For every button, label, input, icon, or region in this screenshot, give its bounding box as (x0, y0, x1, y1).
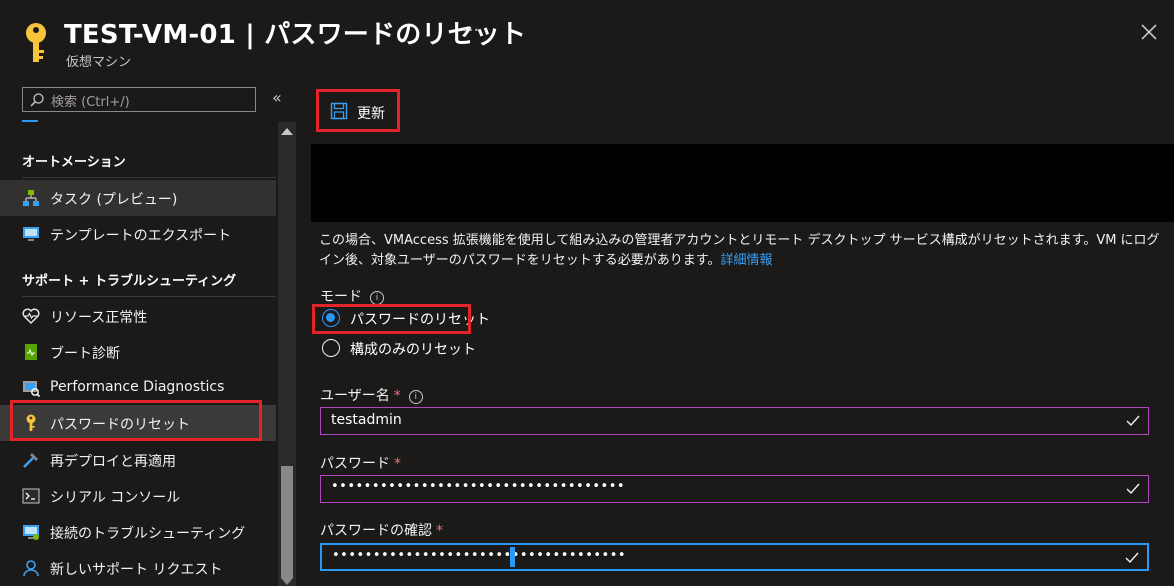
highlight-box (10, 400, 262, 441)
sidebar-scrollbar[interactable] (278, 122, 296, 586)
radio-label-reset-config-only: 構成のみのリセット (350, 342, 476, 358)
confirm-password-value: •••••••••••••••••••••••••••••••••••• (332, 548, 627, 563)
connection-troubleshoot-icon (23, 525, 39, 540)
required-mark: * (394, 456, 401, 472)
blade-header: TEST-VM-01 | パスワードのリセット 仮想マシン ··· (0, 0, 1174, 80)
mode-label-text: モード (320, 289, 362, 305)
tasks-icon (23, 190, 39, 206)
check-icon (1126, 483, 1140, 495)
search-input[interactable]: 検索 (Ctrl+/) (22, 87, 256, 112)
divider (22, 296, 276, 297)
sidebar-item-label: ブート診断 (50, 346, 120, 362)
confirm-password-field[interactable]: •••••••••••••••••••••••••••••••••••• (320, 543, 1149, 571)
sidebar-item-label: 再デプロイと再適用 (50, 454, 176, 470)
password-field[interactable]: •••••••••••••••••••••••••••••••••••• (320, 475, 1149, 503)
divider (22, 177, 276, 178)
info-icon[interactable]: i (370, 291, 384, 305)
heart-pulse-icon (22, 308, 40, 325)
text-cursor (510, 547, 515, 567)
sidebar-item-label: リソース正常性 (50, 310, 148, 326)
boot-diagnostics-icon (25, 344, 37, 360)
sidebar-item-serial-console[interactable]: シリアル コンソール (0, 478, 276, 514)
info-text: この場合、VMAccess 拡張機能を使用して組み込みの管理者アカウントとリモー… (319, 231, 1171, 271)
performance-diagnostics-icon (23, 381, 40, 397)
check-icon (1126, 415, 1140, 427)
username-field[interactable]: testadmin (320, 407, 1149, 435)
required-mark: * (393, 388, 401, 404)
sidebar-item-export-template[interactable]: テンプレートのエクスポート (0, 216, 276, 252)
more-options-button[interactable]: ··· (462, 20, 479, 41)
page-subtitle: 仮想マシン (66, 55, 132, 70)
sidebar-item-label: タスク (プレビュー) (50, 192, 178, 208)
confirm-password-label-text: パスワードの確認 (320, 523, 432, 539)
save-button-label: 更新 (357, 106, 385, 122)
sidebar-item-label: Performance Diagnostics (50, 379, 225, 395)
collapse-sidebar-button[interactable]: « (272, 88, 282, 107)
sidebar-item-redeploy[interactable]: 再デプロイと再適用 (0, 442, 276, 478)
username-value: testadmin (331, 412, 402, 428)
save-button[interactable]: 更新 (316, 89, 400, 132)
scrollbar-thumb[interactable] (281, 466, 293, 578)
info-icon[interactable]: i (408, 390, 423, 404)
page-title: TEST-VM-01 | パスワードのリセット (64, 20, 527, 50)
password-label: パスワード * (320, 453, 401, 473)
radio-reset-config-only[interactable] (322, 339, 340, 357)
console-icon (22, 488, 40, 504)
password-value: •••••••••••••••••••••••••••••••••••• (331, 479, 626, 494)
mode-label: モード i (320, 286, 384, 306)
hammer-icon (23, 453, 38, 468)
search-icon (30, 93, 44, 107)
redacted-banner (311, 144, 1174, 222)
save-icon (330, 102, 348, 120)
sidebar-item-label: 接続のトラブルシューティング (50, 526, 246, 542)
scroll-up-arrow-icon[interactable] (281, 128, 293, 135)
learn-more-link[interactable]: 詳細情報 (720, 253, 772, 268)
sidebar-item-new-support-request[interactable]: 新しいサポート リクエスト (0, 550, 276, 586)
scroll-indicator (22, 120, 38, 122)
section-heading-automation: オートメーション (22, 155, 126, 170)
sidebar-item-tasks[interactable]: タスク (プレビュー) (0, 180, 276, 216)
check-icon (1125, 552, 1139, 564)
sidebar-item-boot-diagnostics[interactable]: ブート診断 (0, 334, 276, 370)
highlight-box (312, 304, 471, 334)
required-mark: * (436, 523, 443, 539)
sidebar-item-label: テンプレートのエクスポート (50, 228, 232, 244)
section-heading-support: サポート + トラブルシューティング (22, 274, 237, 289)
username-label-text: ユーザー名 (320, 388, 390, 404)
sidebar-item-connection-troubleshoot[interactable]: 接続のトラブルシューティング (0, 514, 276, 550)
username-label: ユーザー名 * i (320, 385, 423, 405)
sidebar-item-label: シリアル コンソール (50, 490, 181, 506)
sidebar-item-label: 新しいサポート リクエスト (50, 562, 223, 578)
password-label-text: パスワード (320, 456, 390, 472)
key-icon (26, 23, 46, 62)
support-person-icon (23, 560, 39, 577)
export-template-icon (23, 227, 39, 241)
search-placeholder: 検索 (Ctrl+/) (51, 95, 130, 110)
sidebar-item-resource-health[interactable]: リソース正常性 (0, 298, 276, 334)
close-icon[interactable] (1139, 22, 1159, 42)
scroll-down-arrow-icon[interactable] (281, 578, 293, 585)
confirm-password-label: パスワードの確認 * (320, 520, 443, 540)
